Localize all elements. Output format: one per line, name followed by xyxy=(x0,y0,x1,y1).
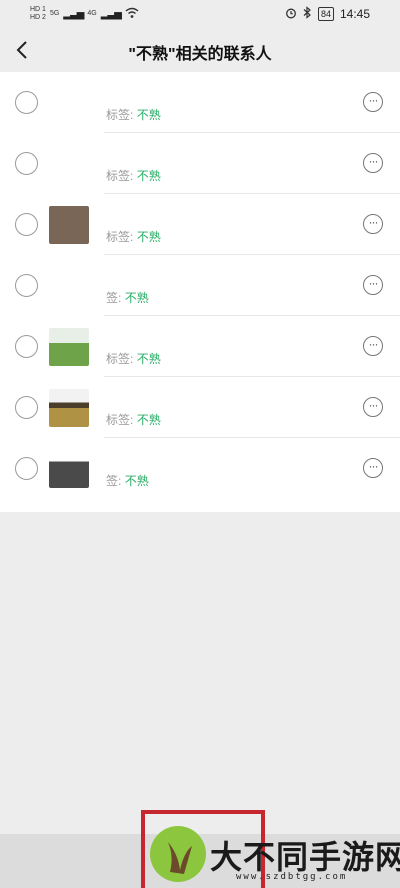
sim-indicators: HD 1 HD 2 xyxy=(30,6,46,22)
avatar xyxy=(49,389,89,427)
ellipsis-icon: ··· xyxy=(368,215,379,229)
select-radio[interactable] xyxy=(15,396,38,419)
signal-icon-2: ▂▃▅ xyxy=(100,8,122,20)
more-options-button[interactable]: ··· xyxy=(363,397,383,417)
select-radio[interactable] xyxy=(15,335,38,358)
signal-icon: ▂▃▅ xyxy=(63,8,84,20)
tag-label: 标签: xyxy=(106,352,134,366)
contact-row[interactable]: 标签: 不熟 ··· xyxy=(0,377,400,438)
watermark: 大不同手游网 www.szdbtgg.com xyxy=(150,826,400,888)
tag-label: 标签: xyxy=(106,230,134,244)
avatar xyxy=(49,145,89,183)
sim1-label: HD 1 xyxy=(30,6,46,13)
sim2-label: HD 2 xyxy=(30,14,46,21)
contact-list: 标签: 不熟 ··· 标签: 不熟 ··· 标签: 不熟 ··· 签: 不熟 ·… xyxy=(0,72,400,512)
more-options-button[interactable]: ··· xyxy=(363,336,383,356)
network-label-1: 5G xyxy=(49,10,60,17)
tag-value: 不熟 xyxy=(136,108,161,122)
select-radio[interactable] xyxy=(15,457,38,480)
avatar xyxy=(49,84,89,122)
tag-value: 不熟 xyxy=(136,413,161,427)
select-radio[interactable] xyxy=(15,152,38,175)
tag-label: 标签: xyxy=(106,108,134,122)
battery-icon: 84 xyxy=(317,7,334,21)
more-options-button[interactable]: ··· xyxy=(363,92,383,112)
bluetooth-icon xyxy=(303,6,312,22)
title-bar: "不熟"相关的联系人 xyxy=(0,28,400,72)
tag-value: 不熟 xyxy=(136,230,161,244)
tag-line: 标签: 不熟 xyxy=(106,350,161,367)
tag-value: 不熟 xyxy=(136,352,161,366)
avatar xyxy=(49,206,89,244)
avatar xyxy=(49,450,89,488)
status-bar: HD 1 HD 2 5G ▂▃▅ 4G ▂▃▅ 84 14:45 xyxy=(0,0,400,28)
wifi-icon xyxy=(125,7,139,22)
alarm-icon xyxy=(285,7,297,22)
page-title: "不熟"相关的联系人 xyxy=(128,46,272,63)
ellipsis-icon: ··· xyxy=(368,154,379,168)
tag-value: 不熟 xyxy=(136,169,161,183)
contact-row[interactable]: 标签: 不熟 ··· xyxy=(0,72,400,133)
tag-label: 标签: xyxy=(106,169,134,183)
tag-label: 签: xyxy=(106,291,122,305)
ellipsis-icon: ··· xyxy=(368,93,379,107)
ellipsis-icon: ··· xyxy=(368,337,379,351)
tag-value: 不熟 xyxy=(124,291,149,305)
tag-line: 标签: 不熟 xyxy=(106,411,161,428)
ellipsis-icon: ··· xyxy=(368,459,379,473)
avatar xyxy=(49,328,89,366)
contact-row[interactable]: 标签: 不熟 ··· xyxy=(0,316,400,377)
status-left: HD 1 HD 2 5G ▂▃▅ 4G ▂▃▅ xyxy=(30,6,139,22)
avatar xyxy=(49,267,89,305)
contact-row[interactable]: 签: 不熟 ··· xyxy=(0,438,400,499)
status-right: 84 14:45 xyxy=(285,6,370,22)
select-radio[interactable] xyxy=(15,274,38,297)
more-options-button[interactable]: ··· xyxy=(363,153,383,173)
more-options-button[interactable]: ··· xyxy=(363,458,383,478)
contact-row[interactable]: 签: 不熟 ··· xyxy=(0,255,400,316)
tag-label: 签: xyxy=(106,474,122,488)
tag-line: 标签: 不熟 xyxy=(106,228,161,245)
tag-label: 标签: xyxy=(106,413,134,427)
more-options-button[interactable]: ··· xyxy=(363,214,383,234)
tag-line: 签: 不熟 xyxy=(106,472,149,489)
contact-row[interactable]: 标签: 不熟 ··· xyxy=(0,133,400,194)
clock: 14:45 xyxy=(339,7,370,21)
tag-value: 不熟 xyxy=(124,474,149,488)
network-label-2: 4G xyxy=(87,10,97,17)
select-radio[interactable] xyxy=(15,91,38,114)
select-radio[interactable] xyxy=(15,213,38,236)
tag-line: 签: 不熟 xyxy=(106,289,149,306)
watermark-logo-icon xyxy=(150,826,206,882)
more-options-button[interactable]: ··· xyxy=(363,275,383,295)
ellipsis-icon: ··· xyxy=(368,276,379,290)
tag-line: 标签: 不熟 xyxy=(106,167,161,184)
watermark-url: www.szdbtgg.com xyxy=(236,872,348,882)
ellipsis-icon: ··· xyxy=(368,398,379,412)
contact-row[interactable]: 标签: 不熟 ··· xyxy=(0,194,400,255)
tag-line: 标签: 不熟 xyxy=(106,106,161,123)
